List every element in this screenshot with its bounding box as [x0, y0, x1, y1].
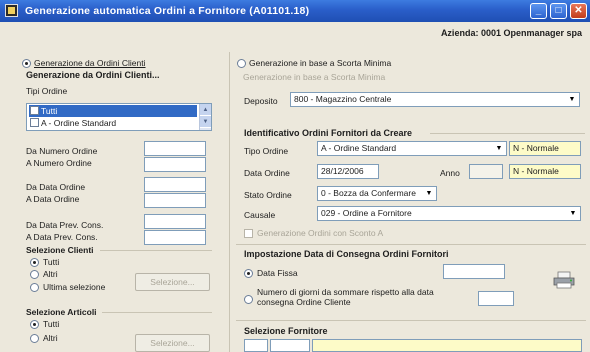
a-data-input[interactable]	[144, 193, 206, 208]
azienda-label: Azienda: 0001 Openmanager spa	[440, 28, 582, 38]
tipo-ordine-badge: N - Normale	[509, 141, 581, 156]
scorta-group-title: Generazione in base a Scorta Minima	[243, 72, 386, 82]
app-icon[interactable]	[5, 4, 18, 17]
mode-radio-ordini[interactable]	[22, 59, 31, 68]
numero-giorni-radio[interactable]	[244, 295, 253, 304]
list-item-label: A - Ordine Standard	[41, 118, 117, 128]
panel-divider	[229, 52, 230, 352]
consegna-title: Impostazione Data di Consegna Ordini For…	[244, 249, 449, 259]
articoli-label-altri: Altri	[43, 333, 58, 343]
divider	[100, 250, 212, 251]
scroll-up-icon[interactable]: ▲	[200, 104, 211, 116]
genera-sconto-label: Generazione Ordini con Sconto A	[257, 228, 384, 238]
chevron-down-icon[interactable]: ▼	[567, 208, 579, 219]
left-group-title: Generazione da Ordini Clienti...	[26, 70, 160, 80]
mode-radio-scorta[interactable]	[237, 59, 246, 68]
main-window: Generazione automatica Ordini a Fornitor…	[0, 0, 590, 352]
a-numero-input[interactable]	[144, 157, 206, 172]
checkbox[interactable]	[30, 118, 39, 127]
articoli-group-title: Selezione Articoli	[26, 307, 97, 317]
anno-label: Anno	[440, 168, 460, 178]
fornitore-name-field	[312, 339, 582, 352]
da-prev-input[interactable]	[144, 214, 206, 229]
window-title: Generazione automatica Ordini a Fornitor…	[25, 5, 310, 17]
tipo-ordine-label: Tipo Ordine	[244, 146, 289, 156]
deposito-label: Deposito	[244, 96, 278, 106]
fornitore-code2-input[interactable]	[270, 339, 310, 352]
articoli-label-tutti: Tutti	[43, 319, 60, 329]
clienti-radio-ultima[interactable]	[30, 283, 39, 292]
clienti-radio-tutti[interactable]	[30, 258, 39, 267]
articoli-radio-altri[interactable]	[30, 334, 39, 343]
mode-label-scorta: Generazione in base a Scorta Minima	[249, 58, 392, 68]
close-button[interactable]: ✕	[570, 3, 587, 19]
causale-label: Causale	[244, 210, 276, 220]
da-numero-label: Da Numero Ordine	[26, 146, 98, 156]
scroll-down-icon[interactable]: ▼	[200, 116, 211, 128]
a-numero-label: A Numero Ordine	[26, 158, 92, 168]
divider	[236, 244, 586, 245]
divider	[102, 312, 212, 313]
data-ordine-label: Data Ordine	[244, 168, 290, 178]
deposito-select[interactable]: 800 - Magazzino Centrale ▼	[290, 92, 580, 107]
clienti-label-ultima: Ultima selezione	[43, 282, 106, 292]
causale-value: 029 - Ordine a Fornitore	[321, 208, 412, 218]
list-item-label: Tutti	[41, 106, 58, 116]
data-fissa-label: Data Fissa	[257, 268, 298, 278]
identificativo-title: Identificativo Ordini Fornitori da Crear…	[244, 128, 413, 138]
stato-ordine-value: 0 - Bozza da Confermare	[321, 188, 416, 198]
maximize-button[interactable]: □	[550, 3, 567, 19]
da-prev-label: Da Data Prev. Cons.	[26, 220, 104, 230]
causale-select[interactable]: 029 - Ordine a Fornitore ▼	[317, 206, 581, 221]
fornitore-code-input[interactable]	[244, 339, 268, 352]
list-item[interactable]: A - Ordine Standard	[29, 117, 197, 129]
da-numero-input[interactable]	[144, 141, 206, 156]
chevron-down-icon[interactable]: ▼	[566, 94, 578, 105]
data-fissa-radio[interactable]	[244, 269, 253, 278]
data-ordine-input[interactable]: 28/12/2006	[317, 164, 379, 179]
articoli-selezione-button[interactable]: Selezione...	[135, 334, 210, 352]
data-ordine-badge: N - Normale	[509, 164, 581, 179]
deposito-value: 800 - Magazzino Centrale	[294, 94, 392, 104]
tipi-ordine-list[interactable]: ✓ Tutti A - Ordine Standard ▲ ▼	[26, 103, 212, 131]
clienti-selezione-button[interactable]: Selezione...	[135, 273, 210, 291]
clienti-label-altri: Altri	[43, 269, 58, 279]
a-data-label: A Data Ordine	[26, 194, 80, 204]
minimize-button[interactable]: _	[530, 3, 547, 19]
mode-label-ordini: Generazione da Ordini Clienti	[34, 58, 146, 68]
clienti-radio-altri[interactable]	[30, 270, 39, 279]
stato-ordine-select[interactable]: 0 - Bozza da Confermare ▼	[317, 186, 437, 201]
data-fissa-input[interactable]	[443, 264, 505, 279]
divider	[430, 133, 585, 134]
da-data-input[interactable]	[144, 177, 206, 192]
tipi-ordine-label: Tipi Ordine	[26, 86, 68, 96]
clienti-group-title: Selezione Clienti	[26, 245, 94, 255]
chevron-down-icon[interactable]: ▼	[493, 143, 505, 154]
chevron-down-icon[interactable]: ▼	[423, 188, 435, 199]
divider	[236, 320, 586, 321]
numero-giorni-label: Numero di giorni da sommare rispetto all…	[257, 287, 434, 307]
articoli-radio-tutti[interactable]	[30, 320, 39, 329]
a-prev-label: A Data Prev. Cons.	[26, 232, 98, 242]
tipo-ordine-value: A - Ordine Standard	[321, 143, 397, 153]
title-bar: Generazione automatica Ordini a Fornitor…	[0, 0, 590, 22]
a-prev-input[interactable]	[144, 230, 206, 245]
stato-ordine-label: Stato Ordine	[244, 190, 292, 200]
list-item[interactable]: ✓ Tutti	[29, 105, 197, 117]
numero-giorni-input[interactable]	[478, 291, 514, 306]
printer-icon[interactable]	[553, 271, 575, 289]
da-data-label: Da Data Ordine	[26, 182, 86, 192]
anno-input[interactable]	[469, 164, 503, 179]
tipo-ordine-select[interactable]: A - Ordine Standard ▼	[317, 141, 507, 156]
genera-sconto-checkbox[interactable]	[244, 229, 253, 238]
clienti-label-tutti: Tutti	[43, 257, 60, 267]
list-scrollbar[interactable]: ▲ ▼	[199, 104, 211, 130]
checkbox[interactable]: ✓	[30, 106, 39, 115]
fornitore-title: Selezione Fornitore	[244, 326, 328, 336]
